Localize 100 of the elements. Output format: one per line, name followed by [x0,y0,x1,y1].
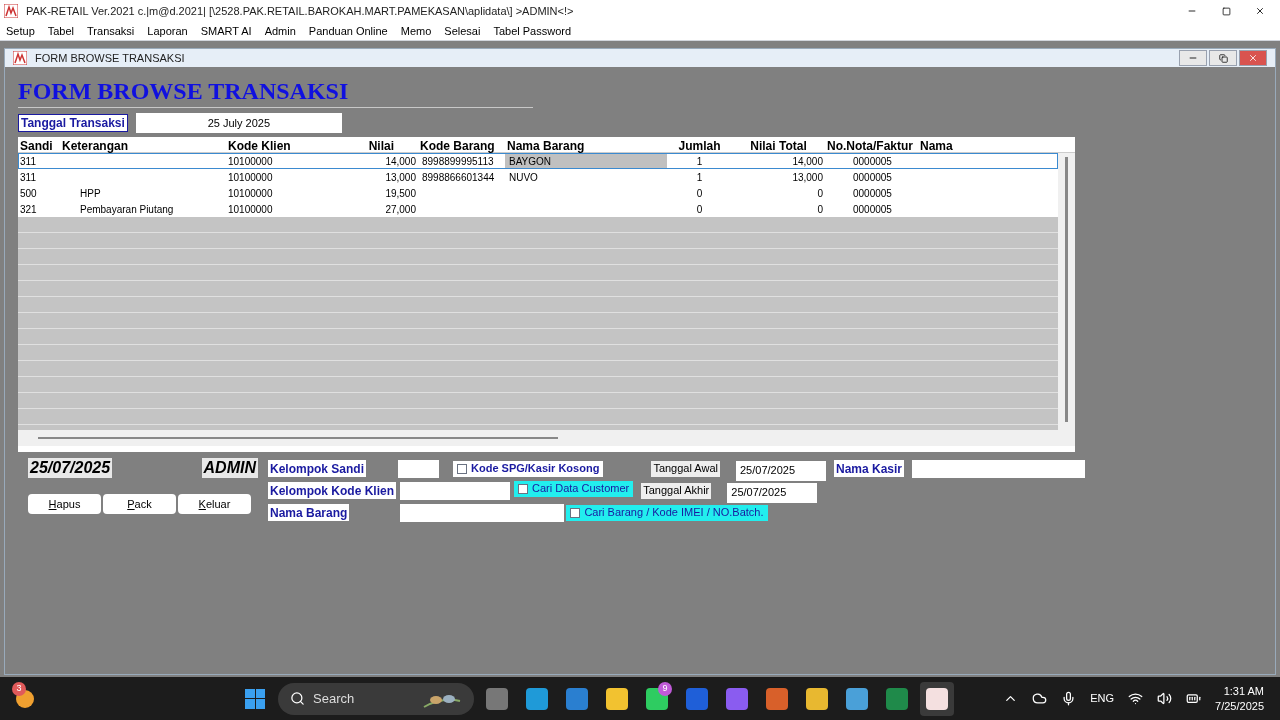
column-header[interactable]: Sandi [18,137,60,152]
table-cell-text: NUVO [508,170,539,185]
menu-item[interactable]: Memo [400,22,432,40]
language-indicator[interactable]: ENG [1090,690,1115,707]
start-date-field[interactable]: 25/07/2025 [736,460,826,481]
table-cell-text: 10100000 [227,170,274,185]
close-icon [1255,6,1265,16]
table-cell: BAYGON [505,153,667,169]
table-cell-text: 8998899995113 [421,154,495,169]
search-field[interactable]: Search [278,682,474,715]
filter-field[interactable] [400,481,510,500]
column-header[interactable]: No.Nota/Faktur [825,137,918,152]
filter-field[interactable] [400,503,565,522]
wifi-icon[interactable] [1128,691,1144,706]
search-icon [290,691,305,706]
table-cell-text: 0 [695,186,704,201]
date-label: Tanggal Transaksi [18,114,128,132]
volume-icon[interactable] [1157,691,1173,706]
column-header[interactable]: Nilai Total [730,137,825,152]
battery-icon[interactable] [1186,691,1202,706]
window-title: PAK-RETAIL Ver.2021 c.|m@d.2021| [\2528.PAK.RETAIL.BAROKAH.MART.PAMEKASAN\aplidata\] >ADMIN<!> [26,3,574,19]
table-cell-text: 311 [19,154,37,169]
app-logo-icon [13,51,27,65]
notification-badge: 3 [12,681,26,696]
filter-label: Kelompok Sandi [268,460,366,477]
column-header[interactable]: Kode Barang [418,137,505,152]
user-name: ADMIN [201,458,258,478]
table-cell-text: 27,000 [384,202,417,217]
table-cell-text: HPP [79,186,102,201]
cashier-label: Nama Kasir [834,460,905,477]
column-header[interactable]: Nama Barang [505,137,667,152]
table-cell-text: 0000005 [852,202,893,217]
table-cell-text: 8998866601344 [421,170,496,185]
table-cell-text: 0 [816,186,824,201]
start-date-label: Tanggal Awal [651,460,720,477]
clock[interactable]: 1:31 AM 7/25/2025 [1215,683,1264,714]
table-cell-text: 0 [695,202,704,217]
table-cell-text: 1 [695,170,704,185]
table-cell-text: 14,000 [791,154,824,169]
action-button[interactable]: Pack [103,494,176,514]
maximize-icon [1221,6,1231,16]
app-logo-icon [4,4,18,18]
restore-button[interactable] [1209,50,1237,66]
table-cell-text: 0000005 [852,154,893,169]
child-window-title: FORM BROWSE TRANSAKSI [35,50,185,66]
menu-item[interactable]: Tabel [47,22,75,40]
microphone-icon[interactable] [1061,691,1077,706]
notification-badge: 9 [658,681,672,696]
table-cell-text: 13,000 [791,170,824,185]
end-date-field[interactable]: 25/07/2025 [727,482,818,503]
table-cell-text: 0000005 [852,170,893,185]
menu-item[interactable]: Setup [6,22,35,40]
menu-item[interactable]: Tabel Password [493,22,572,40]
checkbox[interactable]: Cari Barang / Kode IMEI / NO.Batch. [566,504,768,521]
table-cell-text: 500 [19,186,38,201]
column-header[interactable]: Kode Klien [224,137,322,152]
menu-item[interactable]: Selesai [444,22,481,40]
filter-label: Kelompok Kode Klien [268,482,396,499]
checkbox[interactable]: Cari Data Customer [514,480,634,497]
current-date: 25/07/2025 [28,458,113,478]
date-field[interactable]: 25 July 2025 [135,113,342,133]
minimize-button[interactable] [1179,50,1207,66]
close-icon [1248,53,1258,63]
column-header[interactable]: Nama [918,137,1058,152]
table-cell-text: 0000005 [852,186,893,201]
table-row[interactable]: 311 10100000 13,000 8998866601344 NUVO 1 13,000 0000005 [18,169,1058,185]
form-heading: FORM BROWSE TRANSAKSI [18,78,350,104]
menu-item[interactable]: Panduan Online [308,22,388,40]
menu-item[interactable]: SMART AI [200,22,252,40]
column-header[interactable]: Keterangan [60,137,224,152]
table-cell-text: 1 [695,154,704,169]
action-button[interactable]: Keluar [178,494,251,514]
checkbox[interactable]: Kode SPG/Kasir Kosong [453,460,604,477]
table-cell-text: 10100000 [227,154,274,169]
table-row[interactable]: 321 Pembayaran Piutang 10100000 27,000 0 0 0000005 [18,201,1058,217]
filter-field[interactable] [398,459,439,478]
table-row[interactable]: 311 10100000 14,000 8998899995113 BAYGON 1 14,000 0000005 [18,153,1058,169]
table-cell-text: 311 [19,170,37,185]
cloud-icon[interactable] [1032,691,1048,706]
restore-icon [1218,53,1228,63]
table-cell-text: 10100000 [227,186,274,201]
horizontal-scrollbar[interactable] [18,430,1075,446]
filter-label: Nama Barang [268,504,350,521]
menu-item[interactable]: Laporan [147,22,188,40]
table-cell-text: Pembayaran Piutang [79,202,175,217]
cashier-field[interactable] [912,459,1086,478]
column-header[interactable]: Jumlah [667,137,730,152]
action-button[interactable]: Hapus [28,494,101,514]
menu-item[interactable]: Admin [264,22,296,40]
close-button[interactable] [1239,50,1267,66]
table-cell-text: 0 [816,202,824,217]
table-cell-text: 10100000 [227,202,274,217]
vertical-scrollbar[interactable] [1058,153,1075,430]
end-date-label: Tanggal Akhir [641,482,712,499]
column-header[interactable]: Nilai [322,137,418,152]
menu-item[interactable]: Transaksi [87,22,135,40]
table-row[interactable]: 500 HPP 10100000 19,500 0 0 0000005 [18,185,1058,201]
table-cell-text: 13,000 [384,170,417,185]
table-cell-text: 321 [19,202,38,217]
table-cell-text: 19,500 [384,186,417,201]
